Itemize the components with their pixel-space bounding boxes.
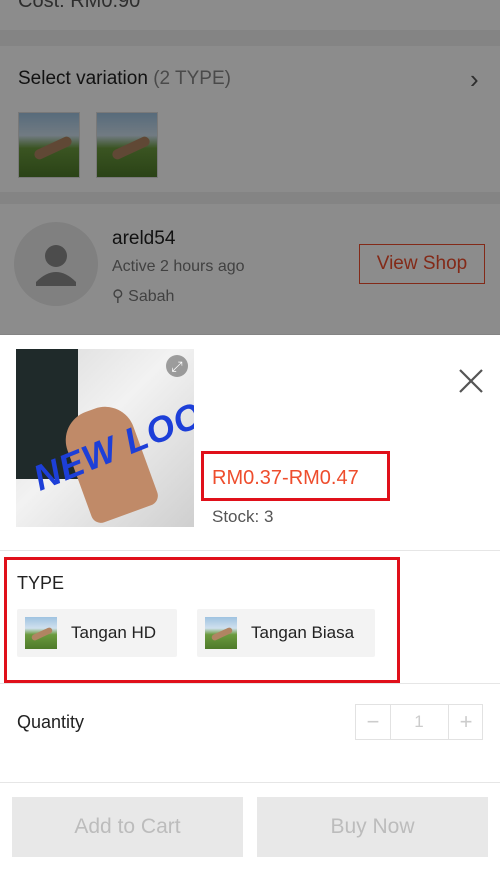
expand-icon[interactable]: ⤢	[166, 355, 188, 377]
add-to-cart-button[interactable]: Add to Cart	[12, 797, 243, 857]
close-icon[interactable]	[456, 366, 486, 396]
product-image[interactable]: NEW LOOK !!! ⤢	[16, 349, 194, 527]
type-option-thumbnail	[25, 617, 57, 649]
decrement-button[interactable]: −	[356, 705, 391, 739]
stock-count: Stock: 3	[212, 507, 274, 526]
type-option-tangan-hd[interactable]: Tangan HD	[17, 609, 177, 657]
price-range: RM0.37-RM0.47	[212, 467, 359, 489]
quantity-stepper: − 1 +	[355, 704, 483, 740]
divider	[0, 550, 500, 551]
type-option-label: Tangan HD	[71, 623, 157, 642]
divider	[0, 683, 500, 684]
type-option-tangan-biasa[interactable]: Tangan Biasa	[197, 609, 375, 657]
quantity-input[interactable]: 1	[391, 705, 447, 739]
buy-now-button[interactable]: Buy Now	[257, 797, 488, 857]
type-option-label: Tangan Biasa	[251, 623, 355, 642]
quantity-label: Quantity	[17, 712, 85, 732]
type-heading: TYPE	[17, 573, 65, 593]
divider	[0, 782, 500, 783]
increment-button[interactable]: +	[448, 705, 483, 739]
type-option-thumbnail	[205, 617, 237, 649]
